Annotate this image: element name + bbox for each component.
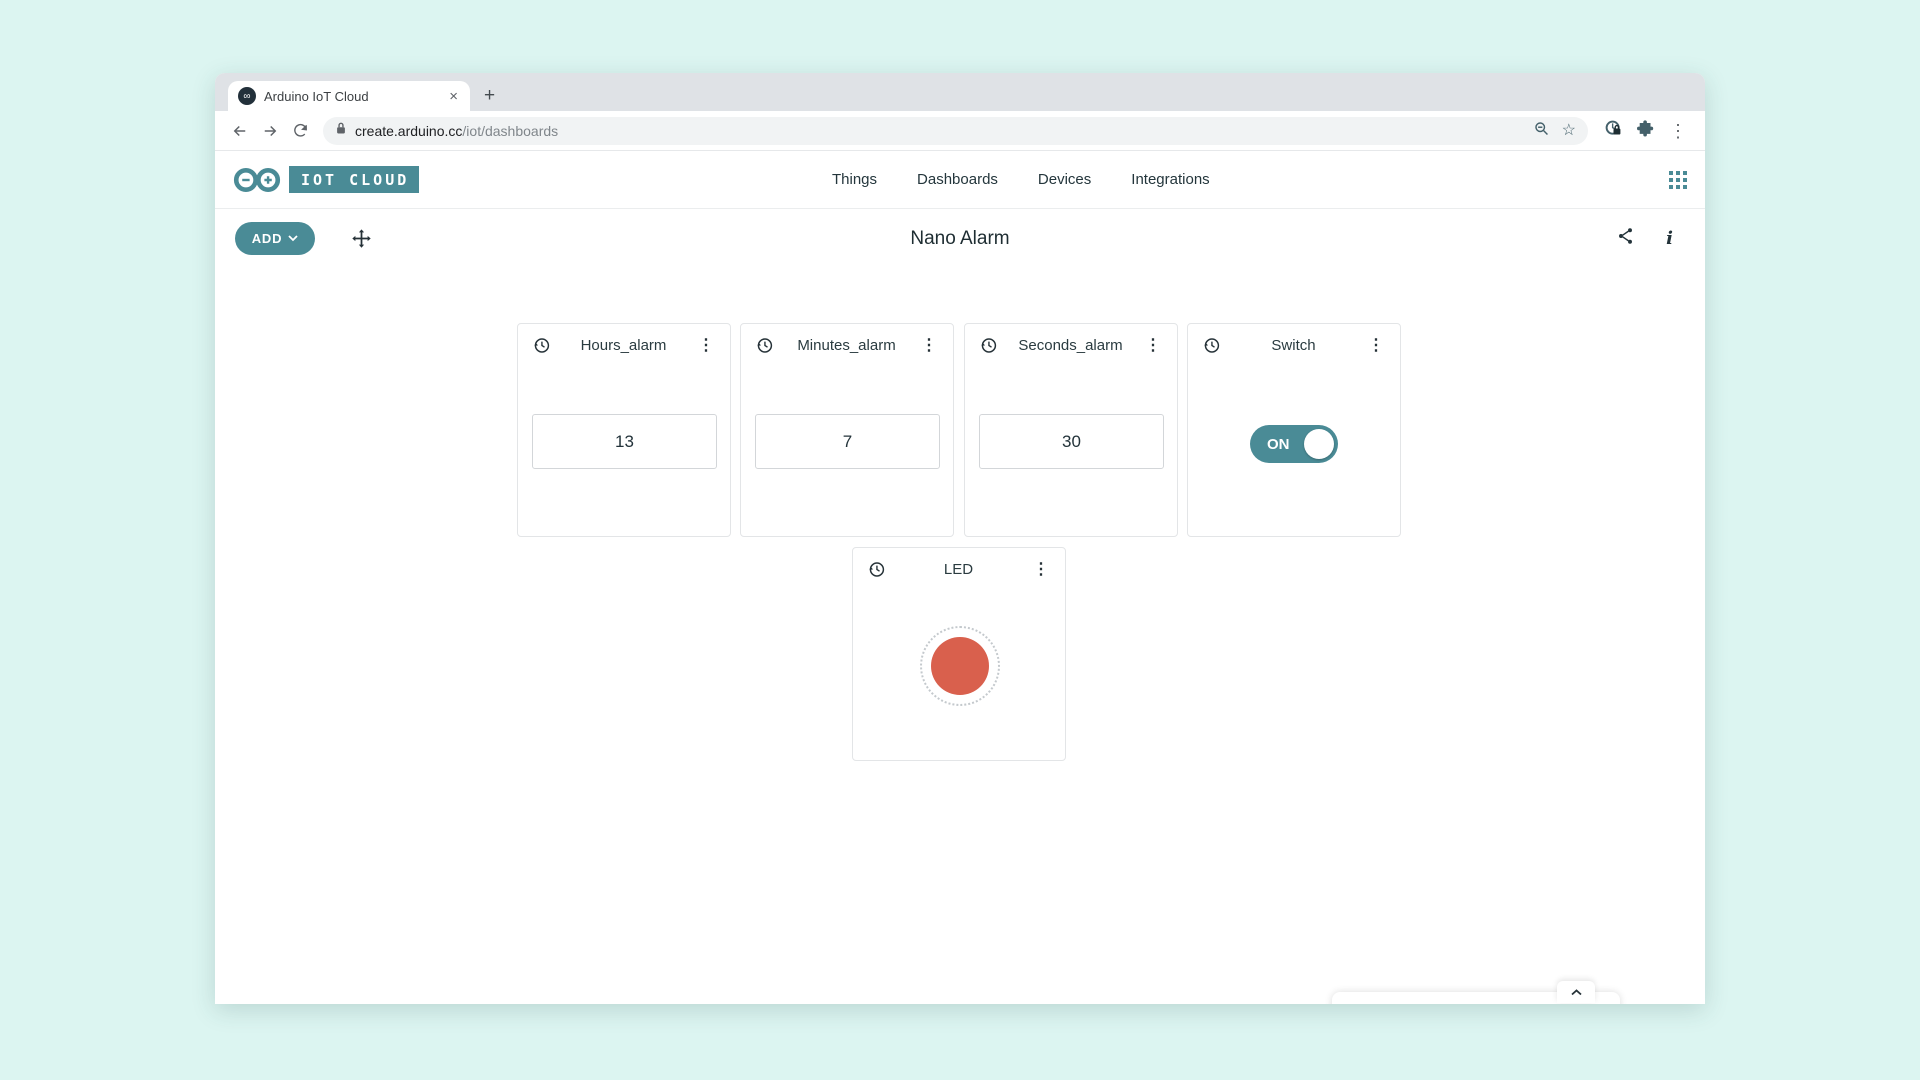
browser-window: ∞ Arduino IoT Cloud × + create.arduino.c… [215,73,1705,1004]
widget-card-led: LED ⋮ [852,547,1066,761]
value-input[interactable]: 7 [755,414,940,469]
extensions-puzzle-icon[interactable] [1637,119,1655,142]
privacy-extension-icon[interactable] [1604,119,1623,143]
history-icon [755,336,774,355]
widget-header: LED ⋮ [853,548,1065,579]
switch-knob[interactable] [1304,429,1334,459]
widget-menu-icon[interactable]: ⋮ [1366,338,1386,354]
nav-item-devices[interactable]: Devices [1038,171,1091,188]
widget-title: Seconds_alarm [998,337,1143,354]
arduino-infinity-icon [233,166,281,194]
arduino-favicon-icon: ∞ [238,87,256,105]
widget-title: Hours_alarm [551,337,696,354]
arrange-widgets-button[interactable] [351,228,372,249]
widget-header: Switch ⋮ [1188,324,1400,355]
widget-menu-icon[interactable]: ⋮ [696,338,716,354]
widget-card-minutes-alarm: Minutes_alarm ⋮ 7 [740,323,954,537]
bookmark-star-icon[interactable]: ☆ [1562,123,1576,139]
browser-toolbar: create.arduino.cc/iot/dashboards ☆ ⋮ [215,111,1705,151]
add-widget-button[interactable]: ADD [235,222,315,255]
widget-menu-icon[interactable]: ⋮ [1031,562,1051,578]
bottom-drawer-handle[interactable] [1557,981,1595,1003]
share-icon[interactable] [1617,227,1634,250]
switch-toggle[interactable]: ON [1250,425,1338,463]
url-path: /iot/dashboards [462,123,558,139]
app-header: IOT CLOUD Things Dashboards Devices Inte… [215,151,1705,209]
iot-cloud-badge: IOT CLOUD [289,166,419,193]
nav-item-dashboards[interactable]: Dashboards [917,171,998,188]
value-input[interactable]: 30 [979,414,1164,469]
main-nav: Things Dashboards Devices Integrations [832,171,1210,188]
widget-card-hours-alarm: Hours_alarm ⋮ 13 [517,323,731,537]
tab-title: Arduino IoT Cloud [264,89,447,104]
widget-header: Minutes_alarm ⋮ [741,324,953,355]
history-icon [532,336,551,355]
browser-tab[interactable]: ∞ Arduino IoT Cloud × [228,81,470,111]
nav-item-integrations[interactable]: Integrations [1131,171,1209,188]
browser-menu-icon[interactable]: ⋮ [1669,122,1687,140]
dashboard-toolbar-right: i [1617,227,1685,250]
lock-icon [335,121,347,140]
add-button-label: ADD [252,231,283,246]
forward-icon[interactable] [255,116,285,146]
led-ring [920,626,1000,706]
history-icon [979,336,998,355]
reload-icon[interactable] [285,116,315,146]
zoom-out-icon[interactable] [1533,120,1550,142]
move-arrows-icon [351,228,372,249]
new-tab-button[interactable]: + [484,86,495,105]
chevron-down-icon [288,235,298,242]
widget-menu-icon[interactable]: ⋮ [919,338,939,354]
switch-state-label: ON [1267,436,1290,453]
url-host: create.arduino.cc [355,123,462,139]
browser-tab-bar: ∞ Arduino IoT Cloud × + [215,73,1705,111]
widget-menu-icon[interactable]: ⋮ [1143,338,1163,354]
info-icon[interactable]: i [1666,228,1673,249]
dashboard-toolbar: ADD Nano Alarm i [215,209,1705,268]
widget-header: Seconds_alarm ⋮ [965,324,1177,355]
widget-card-seconds-alarm: Seconds_alarm ⋮ 30 [964,323,1178,537]
arduino-logo[interactable]: IOT CLOUD [233,166,419,194]
widget-header: Hours_alarm ⋮ [518,324,730,355]
history-icon [1202,336,1221,355]
history-icon [867,560,886,579]
dashboard-canvas: Hours_alarm ⋮ 13 Minutes_alarm ⋮ 7 Secon… [215,268,1705,1002]
back-icon[interactable] [225,116,255,146]
value-input[interactable]: 13 [532,414,717,469]
address-bar[interactable]: create.arduino.cc/iot/dashboards ☆ [323,117,1588,145]
url-text: create.arduino.cc/iot/dashboards [355,123,558,139]
chevron-up-icon [1571,989,1582,996]
led-core [931,637,989,695]
tab-close-icon[interactable]: × [447,88,460,105]
apps-grid-icon[interactable] [1669,171,1687,189]
widget-title: LED [886,561,1031,578]
widget-card-switch: Switch ⋮ ON [1187,323,1401,537]
dashboard-title: Nano Alarm [910,228,1009,250]
chrome-right-icons: ⋮ [1596,119,1695,143]
widget-title: Switch [1221,337,1366,354]
nav-item-things[interactable]: Things [832,171,877,188]
widget-title: Minutes_alarm [774,337,919,354]
